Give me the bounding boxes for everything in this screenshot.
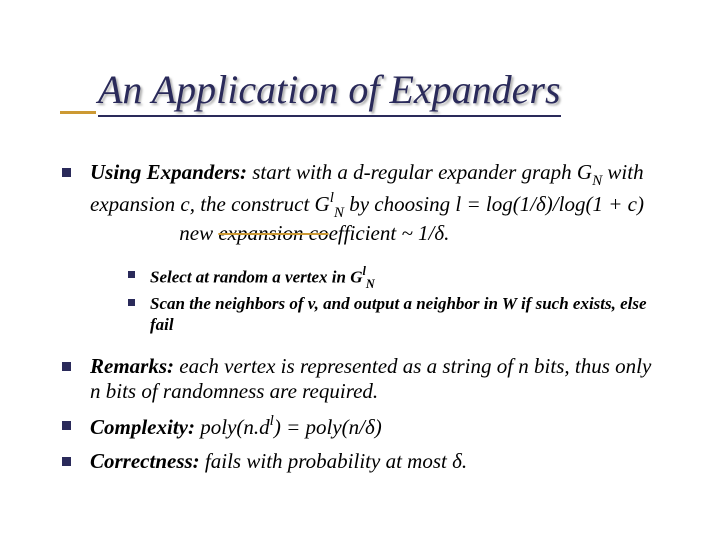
square-bullet-icon [62,168,71,177]
sub-bullets: Select at random a vertex in GlN Scan th… [128,265,666,336]
s1-sub: N [366,277,375,291]
p3-text-a: poly(n.d [195,415,270,439]
s2-text: Scan the neighbors of v, and output a ne… [150,294,647,334]
title-text: An Application of Expanders [98,66,561,117]
p1-lead: Using Expanders: [90,160,247,184]
p2-text: each vertex is represented as a string o… [90,354,651,404]
slide-body: Using Expanders: start with a d-regular … [62,160,666,482]
bullet-remarks: Remarks: each vertex is represented as a… [62,354,666,405]
s1-text: Select at random a vertex in G [150,268,362,287]
square-bullet-icon [62,362,71,371]
p4-lead: Correctness: [90,449,200,473]
p1-text-e: efficient ~ 1/δ. [329,221,450,245]
bullet-using-expanders: Using Expanders: start with a d-regular … [62,160,666,336]
sub-bullet-scan: Scan the neighbors of v, and output a ne… [128,293,666,336]
p1-gap [90,221,179,245]
p1-sub-n2: N [334,205,344,221]
square-bullet-icon [62,457,71,466]
slide: An Application of Expanders Using Expand… [0,0,720,540]
bullet-complexity: Complexity: poly(n.dl) = poly(n/δ) [62,413,666,441]
p4-text: fails with probability at most δ. [200,449,467,473]
p1-text-a: start with a d-regular expander graph G [247,160,592,184]
square-bullet-icon [128,299,135,306]
p1-sup-l: l [330,190,334,206]
square-bullet-icon [62,421,71,430]
p3-sup: l [270,413,274,429]
bullet-correctness: Correctness: fails with probability at m… [62,449,666,475]
p1-strike: expansion co [218,221,328,245]
p1-sub-n1: N [592,173,602,189]
p2-lead: Remarks: [90,354,174,378]
slide-title: An Application of Expanders [98,66,561,117]
p1-text-d: new [179,221,218,245]
sub-bullet-select: Select at random a vertex in GlN [128,265,666,291]
p3-lead: Complexity: [90,415,195,439]
accent-bar [60,111,96,114]
p1-text-c: by choosing l = log(1/δ)/log(1 + c) [344,192,644,216]
p3-text-b: ) = poly(n/δ) [274,415,382,439]
square-bullet-icon [128,271,135,278]
